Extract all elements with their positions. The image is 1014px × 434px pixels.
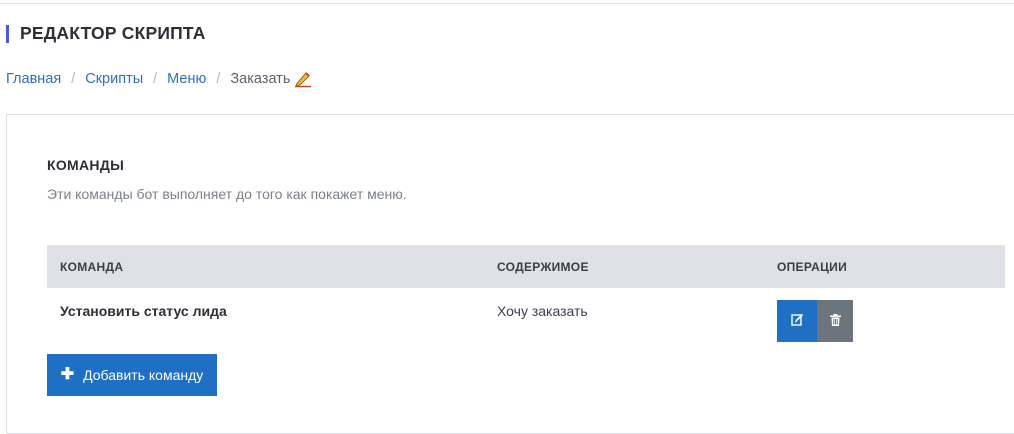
delete-button[interactable] [817, 300, 853, 342]
add-command-label: Добавить команду [83, 367, 204, 383]
column-header-operations: ОПЕРАЦИИ [777, 260, 847, 274]
breadcrumb-scripts[interactable]: Скрипты [85, 71, 143, 87]
breadcrumb-current: Заказать [230, 71, 291, 87]
page-title: РЕДАКТОР СКРИПТА [20, 23, 206, 43]
trash-icon [829, 313, 841, 329]
add-command-button[interactable]: ✚ Добавить команду [47, 354, 217, 396]
header-accent-bar [6, 24, 9, 43]
breadcrumb-separator: / [216, 71, 221, 87]
cell-content: Хочу заказать [497, 303, 588, 319]
top-divider [0, 3, 1014, 4]
breadcrumb: Главная / Скрипты / Меню / Заказать [6, 69, 312, 89]
column-header-command: КОМАНДА [60, 260, 124, 274]
section-description: Эти команды бот выполняет до того как по… [47, 186, 407, 202]
breadcrumb-separator: / [71, 71, 76, 87]
plus-icon: ✚ [60, 366, 75, 383]
edit-icon [790, 313, 804, 329]
breadcrumb-menu[interactable]: Меню [167, 71, 206, 87]
cell-command: Установить статус лида [60, 303, 227, 319]
writing-hand-icon [294, 70, 312, 88]
page-header: РЕДАКТОР СКРИПТА [6, 23, 206, 43]
column-header-content: СОДЕРЖИМОЕ [497, 260, 589, 274]
breadcrumb-separator: / [153, 71, 158, 87]
section-title: КОМАНДЫ [47, 157, 125, 173]
breadcrumb-home[interactable]: Главная [6, 71, 61, 87]
edit-button[interactable] [777, 300, 817, 342]
table-header: КОМАНДА СОДЕРЖИМОЕ ОПЕРАЦИИ [47, 245, 1005, 288]
